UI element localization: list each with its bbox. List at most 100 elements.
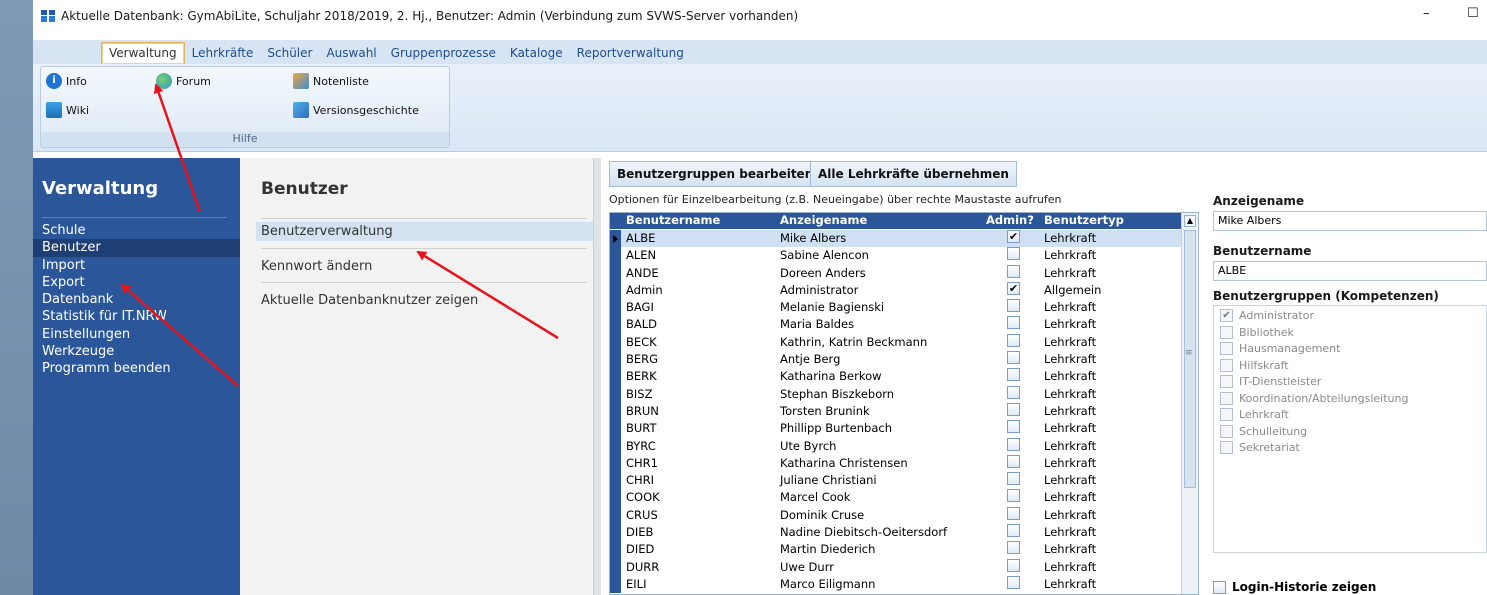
- table-row[interactable]: BURT Phillipp Burtenbach Lehrkraft: [610, 420, 1182, 438]
- row-indicator[interactable]: [610, 506, 621, 525]
- nav-item-export[interactable]: Export: [33, 274, 240, 291]
- row-indicator[interactable]: [610, 333, 621, 352]
- adopt-all-teachers-button[interactable]: Alle Lehrkräfte übernehmen: [810, 161, 1017, 187]
- user-group-item[interactable]: Sekretariat: [1220, 441, 1300, 454]
- table-row[interactable]: BERK Katharina Berkow Lehrkraft: [610, 368, 1182, 386]
- tab-lehrkraefte[interactable]: Lehrkräfte: [185, 43, 261, 64]
- admin-checkbox[interactable]: [1007, 247, 1020, 261]
- admin-checkbox[interactable]: [1007, 420, 1020, 434]
- user-group-item[interactable]: ✔ Administrator: [1220, 309, 1314, 322]
- admin-checkbox[interactable]: ✔: [1007, 281, 1020, 295]
- row-indicator[interactable]: [610, 437, 621, 455]
- wiki-button[interactable]: Wiki: [46, 102, 89, 118]
- admin-checkbox[interactable]: [1007, 299, 1020, 313]
- maximize-button[interactable]: ☐: [1467, 6, 1479, 21]
- row-indicator[interactable]: [610, 351, 621, 369]
- table-row[interactable]: ALEN Sabine Alencon Lehrkraft: [610, 247, 1182, 265]
- column-header-admin[interactable]: Admin?: [986, 213, 1034, 227]
- table-row[interactable]: Admin Administrator ✔ Allgemein: [610, 281, 1182, 300]
- row-indicator[interactable]: [610, 402, 621, 421]
- admin-checkbox[interactable]: [1007, 385, 1020, 399]
- user-group-item[interactable]: IT-Dienstleister: [1220, 375, 1321, 388]
- versionsgeschichte-button[interactable]: Versionsgeschichte: [293, 102, 419, 118]
- table-row[interactable]: CHRI Juliane Christiani Lehrkraft: [610, 472, 1182, 490]
- panel-splitter[interactable]: [593, 158, 601, 595]
- admin-checkbox[interactable]: [1007, 368, 1020, 382]
- user-group-item[interactable]: Koordination/Abteilungsleitung: [1220, 391, 1408, 405]
- nav-item-statistik[interactable]: Statistik für IT.NRW: [33, 308, 240, 325]
- row-indicator[interactable]: [610, 247, 621, 265]
- table-row[interactable]: COOK Marcel Cook Lehrkraft: [610, 489, 1182, 507]
- scroll-up-arrow-icon[interactable]: ▲: [1184, 215, 1196, 227]
- admin-checkbox[interactable]: [1007, 524, 1020, 538]
- user-group-checkbox[interactable]: [1220, 391, 1233, 405]
- tab-auswahl[interactable]: Auswahl: [319, 43, 383, 64]
- tab-reportverwaltung[interactable]: Reportverwaltung: [570, 43, 691, 64]
- user-group-item[interactable]: Lehrkraft: [1220, 408, 1289, 421]
- table-row[interactable]: DIED Martin Diederich Lehrkraft: [610, 541, 1182, 559]
- nav-item-programm-beenden[interactable]: Programm beenden: [33, 360, 240, 377]
- edit-user-groups-button[interactable]: Benutzergruppen bearbeiten: [609, 161, 822, 187]
- tab-schueler[interactable]: Schüler: [260, 43, 319, 64]
- nav-item-import[interactable]: Import: [33, 257, 240, 274]
- user-group-checkbox[interactable]: [1220, 424, 1233, 438]
- user-group-item[interactable]: Bibliothek: [1220, 325, 1294, 339]
- table-row[interactable]: CHR1 Katharina Christensen Lehrkraft: [610, 454, 1182, 473]
- row-indicator[interactable]: [610, 264, 621, 282]
- row-indicator[interactable]: [610, 281, 621, 300]
- admin-checkbox[interactable]: [1007, 402, 1020, 416]
- table-row[interactable]: ALBE Mike Albers ✔ Lehrkraft: [610, 230, 1182, 248]
- row-indicator[interactable]: [610, 230, 621, 248]
- column-header-anzeigename[interactable]: Anzeigename: [780, 213, 867, 227]
- user-group-item[interactable]: Hausmanagement: [1220, 342, 1340, 355]
- table-row[interactable]: EILI Marco Eiligmann Lehrkraft: [610, 575, 1182, 594]
- nav-item-schule[interactable]: Schule: [33, 222, 240, 239]
- admin-checkbox[interactable]: [1007, 489, 1020, 503]
- row-indicator[interactable]: [610, 541, 621, 559]
- table-row[interactable]: BYRC Ute Byrch Lehrkraft: [610, 437, 1182, 455]
- info-button[interactable]: i Info: [46, 73, 87, 89]
- user-group-checkbox[interactable]: [1220, 375, 1233, 388]
- sub-nav-datenbanknutzer[interactable]: Aktuelle Datenbanknutzer zeigen: [261, 293, 587, 308]
- user-group-checkbox[interactable]: [1220, 408, 1233, 421]
- row-indicator[interactable]: [610, 472, 621, 490]
- scroll-thumb[interactable]: [1184, 230, 1196, 488]
- admin-checkbox[interactable]: [1007, 454, 1020, 468]
- row-indicator[interactable]: [610, 299, 621, 317]
- admin-checkbox[interactable]: [1007, 333, 1020, 347]
- row-indicator[interactable]: [610, 385, 621, 403]
- table-row[interactable]: BISZ Stephan Biszkeborn Lehrkraft: [610, 385, 1182, 403]
- row-indicator[interactable]: [610, 420, 621, 438]
- admin-checkbox[interactable]: [1007, 264, 1020, 278]
- user-group-checkbox[interactable]: [1220, 342, 1233, 355]
- user-group-checkbox[interactable]: [1220, 358, 1233, 372]
- login-history-toggle[interactable]: Login-Historie zeigen: [1213, 580, 1376, 594]
- user-group-checkbox[interactable]: ✔: [1220, 309, 1233, 322]
- table-row[interactable]: DIEB Nadine Diebitsch-Oeitersdorf Lehrkraf…: [610, 524, 1182, 542]
- table-scrollbar[interactable]: ▲ ≡: [1181, 213, 1198, 594]
- user-group-checkbox[interactable]: [1220, 441, 1233, 454]
- table-row[interactable]: BRUN Torsten Brunink Lehrkraft: [610, 402, 1182, 421]
- row-indicator[interactable]: [610, 316, 621, 334]
- admin-checkbox[interactable]: [1007, 316, 1020, 330]
- admin-checkbox[interactable]: [1007, 472, 1020, 486]
- anzeigename-field[interactable]: Mike Albers: [1213, 211, 1487, 231]
- sub-nav-benutzerverwaltung[interactable]: Benutzerverwaltung: [256, 222, 596, 241]
- admin-checkbox[interactable]: [1007, 575, 1020, 589]
- table-row[interactable]: BALD Maria Baldes Lehrkraft: [610, 316, 1182, 334]
- login-history-checkbox[interactable]: [1213, 580, 1226, 594]
- admin-checkbox[interactable]: [1007, 558, 1020, 572]
- row-indicator[interactable]: [610, 575, 621, 594]
- admin-checkbox[interactable]: [1007, 437, 1020, 451]
- row-indicator[interactable]: [610, 368, 621, 386]
- table-row[interactable]: BECK Kathrin, Katrin Beckmann Lehrkraft: [610, 333, 1182, 352]
- nav-item-werkzeuge[interactable]: Werkzeuge: [33, 343, 240, 360]
- table-row[interactable]: BAGI Melanie Bagienski Lehrkraft: [610, 299, 1182, 317]
- admin-checkbox[interactable]: ✔: [1007, 230, 1020, 243]
- admin-checkbox[interactable]: [1007, 541, 1020, 555]
- minimize-button[interactable]: –: [1423, 6, 1430, 21]
- tab-gruppenprozesse[interactable]: Gruppenprozesse: [384, 43, 503, 64]
- nav-item-benutzer[interactable]: Benutzer: [33, 239, 240, 257]
- column-header-benutzername[interactable]: Benutzername: [626, 213, 720, 227]
- user-group-item[interactable]: Schulleitung: [1220, 424, 1307, 438]
